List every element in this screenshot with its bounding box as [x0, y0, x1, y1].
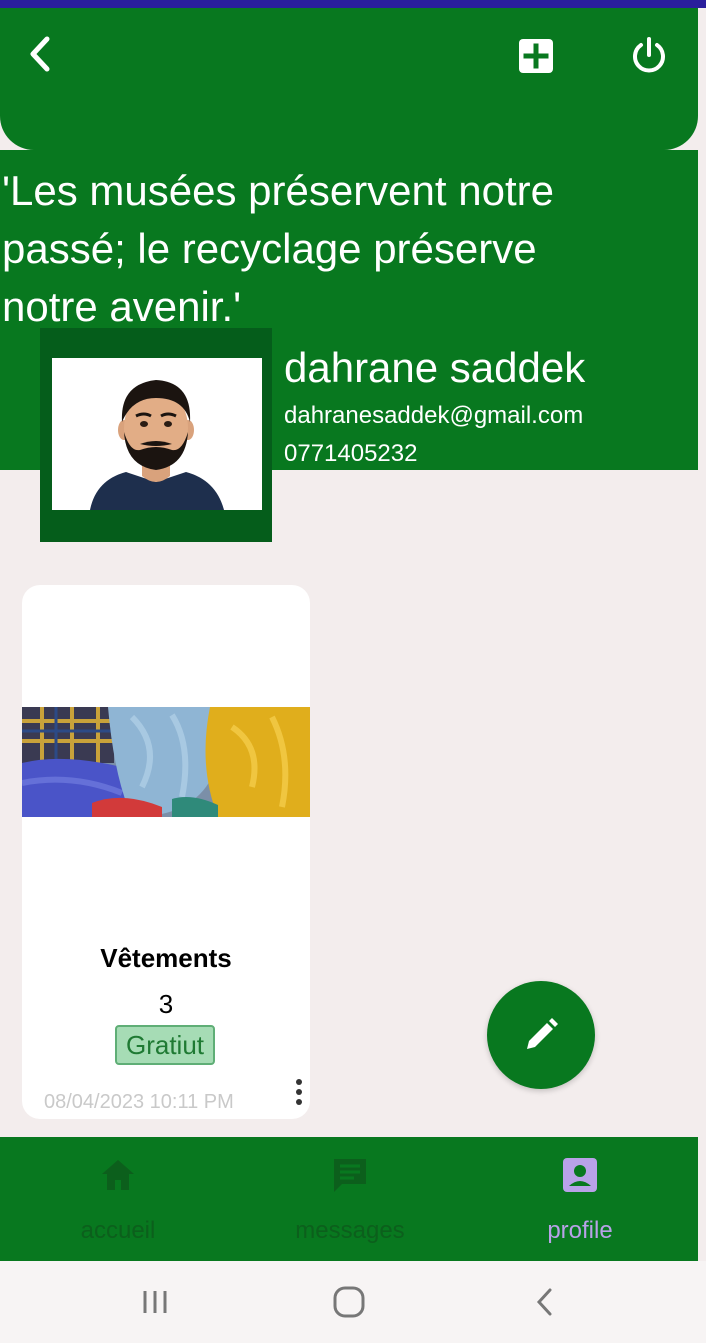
back-arrow-icon: [30, 36, 50, 72]
nav-item-messages[interactable]: messages: [270, 1137, 430, 1261]
nav-item-profile[interactable]: profile: [520, 1137, 640, 1261]
post-image: [22, 707, 310, 817]
profile-icon: [560, 1155, 600, 1195]
more-options-button[interactable]: [292, 1075, 306, 1109]
add-post-button[interactable]: [514, 34, 558, 78]
recent-apps-icon: [143, 1291, 167, 1313]
nav-label-accueil: accueil: [80, 1217, 156, 1244]
add-box-icon: [519, 39, 553, 73]
nav-label-messages: messages: [295, 1217, 405, 1244]
edit-pencil-icon: [527, 1018, 558, 1049]
edit-profile-button[interactable]: [487, 981, 595, 1089]
avatar: [52, 358, 262, 510]
user-email: dahranesaddek@gmail.com: [284, 402, 584, 429]
power-icon: [633, 37, 665, 73]
avatar-illustration: [90, 380, 224, 510]
post-card[interactable]: Vêtements 3 Gratiut 08/04/2023 10:11 PM: [22, 585, 310, 1119]
price-badge: Gratiut: [115, 1025, 215, 1065]
home-system-button[interactable]: [324, 1277, 374, 1327]
nav-label-profile: profile: [547, 1217, 613, 1244]
nav-item-accueil[interactable]: accueil: [58, 1137, 178, 1261]
app-bar: [0, 8, 698, 150]
user-phone: 0771405232: [284, 440, 418, 467]
menu-icon: [296, 1079, 302, 1085]
quote-text: 'Les musées préservent notre passé; le r…: [2, 167, 554, 330]
message-icon: [330, 1155, 370, 1195]
logout-button[interactable]: [626, 32, 672, 78]
avatar-frame: [40, 328, 272, 542]
back-system-button[interactable]: [520, 1277, 570, 1327]
back-button[interactable]: [18, 32, 62, 76]
system-navigation-bar: [0, 1261, 706, 1343]
post-title: Vêtements: [100, 943, 232, 973]
recent-apps-button[interactable]: [130, 1277, 180, 1327]
bottom-navigation: accueil messages profile: [0, 1137, 698, 1261]
back-chevron-icon: [536, 1288, 552, 1316]
user-name: dahrane saddek: [284, 344, 586, 391]
home-icon: [98, 1155, 138, 1195]
circle-home-icon: [333, 1286, 365, 1318]
post-quantity: 3: [158, 989, 174, 1019]
post-date: 08/04/2023 10:11 PM: [44, 1091, 234, 1113]
status-strip: [0, 0, 706, 8]
